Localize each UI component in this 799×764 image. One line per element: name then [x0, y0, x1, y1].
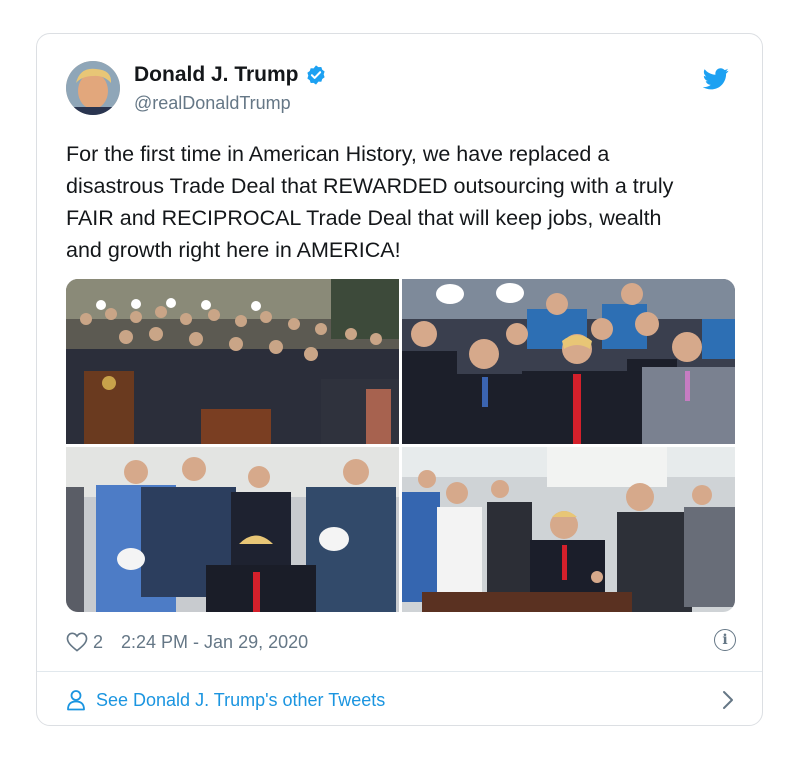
media-photo-2[interactable]: [402, 279, 735, 444]
media-photo-3[interactable]: [66, 447, 399, 612]
tweet-text: For the first time in American History, …: [66, 142, 674, 262]
signing-ceremony-photo: [66, 279, 399, 444]
workers-photo: [66, 447, 399, 612]
other-tweets-link[interactable]: See Donald J. Trump's other Tweets: [66, 686, 736, 714]
like-count[interactable]: 2: [93, 632, 103, 653]
tweet-timestamp[interactable]: 2:24 PM - Jan 29, 2020: [121, 632, 308, 653]
footer-divider: [37, 671, 762, 672]
verified-badge-icon: [306, 65, 325, 85]
handshake-photo: [402, 447, 735, 612]
chevron-right-icon[interactable]: [722, 690, 734, 710]
avatar[interactable]: [66, 61, 120, 115]
avatar-image: [66, 61, 120, 115]
author-handle[interactable]: @realDonaldTrump: [134, 93, 291, 114]
tweet-card: Donald J. Trump @realDonaldTrump For the…: [36, 33, 763, 726]
author-name[interactable]: Donald J. Trump: [134, 63, 299, 87]
author-name-row[interactable]: Donald J. Trump: [134, 63, 327, 87]
media-photo-1[interactable]: [66, 279, 399, 444]
person-icon: [67, 690, 85, 711]
other-tweets-label[interactable]: See Donald J. Trump's other Tweets: [96, 690, 385, 711]
media-grid[interactable]: [66, 279, 735, 612]
officials-photo: [402, 279, 735, 444]
twitter-bird-icon[interactable]: [703, 68, 729, 90]
info-icon[interactable]: i: [714, 629, 736, 651]
media-photo-4[interactable]: [402, 447, 735, 612]
heart-icon[interactable]: [66, 632, 88, 652]
tweet-meta: 2 2:24 PM - Jan 29, 2020 i: [66, 629, 736, 655]
